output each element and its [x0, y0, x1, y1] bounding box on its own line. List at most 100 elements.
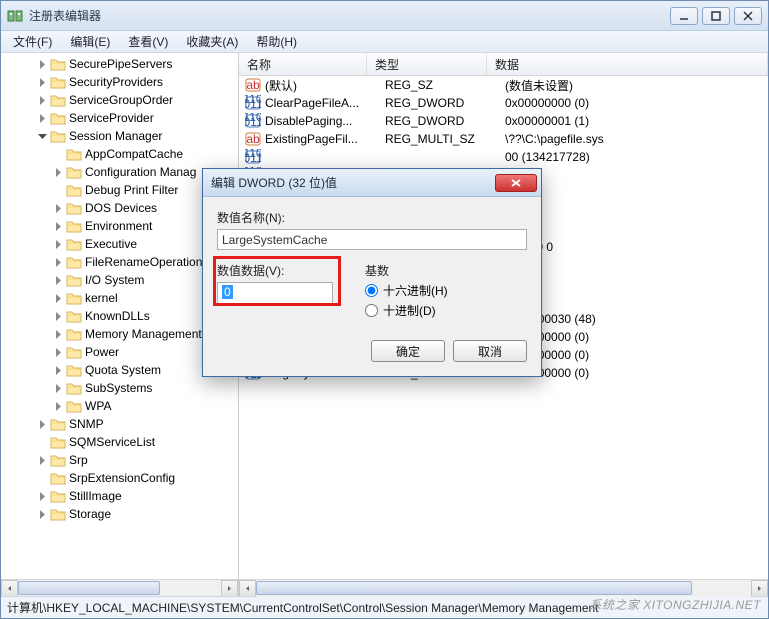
- regedit-icon: [7, 8, 23, 24]
- reg-dword-icon: [245, 95, 261, 111]
- value-data-field[interactable]: 0: [217, 282, 333, 304]
- folder-icon: [66, 309, 82, 323]
- list-hscroll[interactable]: [239, 579, 768, 596]
- folder-icon: [50, 111, 66, 125]
- value-data: 0 (0): [505, 204, 768, 218]
- value-name-field[interactable]: [217, 229, 527, 250]
- tree-item[interactable]: ServiceGroupOrder: [1, 91, 238, 109]
- chevron-right-icon[interactable]: [53, 275, 64, 286]
- tree-item-label: SecurityProviders: [69, 75, 163, 89]
- reg-sz-icon: [245, 131, 261, 147]
- value-row[interactable]: ExistingPageFil...REG_MULTI_SZ\??\C:\pag…: [239, 130, 768, 148]
- folder-icon: [66, 345, 82, 359]
- menu-help[interactable]: 帮助(H): [248, 31, 305, 52]
- radio-hex[interactable]: 十六进制(H): [365, 282, 448, 299]
- chevron-right-icon[interactable]: [53, 365, 64, 376]
- value-row[interactable]: DisablePaging...REG_DWORD0x00000001 (1): [239, 112, 768, 130]
- edit-dword-dialog[interactable]: 编辑 DWORD (32 位)值 数值名称(N): 数值数据(V): 0 基数 …: [202, 168, 542, 377]
- tree-item-label: Quota System: [85, 363, 161, 377]
- value-type: REG_DWORD: [385, 96, 505, 110]
- chevron-right-icon[interactable]: [53, 311, 64, 322]
- scroll-left-icon[interactable]: [239, 580, 256, 597]
- radio-dec[interactable]: 十进制(D): [365, 302, 448, 319]
- reg-sz-icon: [245, 77, 261, 93]
- tree-item-label: I/O System: [85, 273, 144, 287]
- tree-item-label: SQMServiceList: [69, 435, 155, 449]
- tree-item[interactable]: SecurityProviders: [1, 73, 238, 91]
- chevron-down-icon[interactable]: [37, 131, 48, 142]
- menu-view[interactable]: 查看(V): [120, 31, 176, 52]
- folder-icon: [66, 237, 82, 251]
- menu-edit[interactable]: 编辑(E): [62, 31, 118, 52]
- maximize-button[interactable]: [702, 7, 730, 25]
- tree-item[interactable]: AppCompatCache: [1, 145, 238, 163]
- chevron-right-icon[interactable]: [37, 419, 48, 430]
- radio-dec-input[interactable]: [365, 304, 378, 317]
- chevron-right-icon[interactable]: [37, 455, 48, 466]
- base-label: 基数: [365, 262, 448, 279]
- folder-icon: [50, 93, 66, 107]
- tree-item[interactable]: SubSystems: [1, 379, 238, 397]
- chevron-right-icon[interactable]: [37, 509, 48, 520]
- value-row[interactable]: 00 (134217728): [239, 148, 768, 166]
- dialog-close-button[interactable]: [495, 174, 537, 192]
- value-data: 0x00000000 (0): [505, 96, 768, 110]
- menu-file[interactable]: 文件(F): [5, 31, 60, 52]
- folder-icon: [66, 399, 82, 413]
- chevron-right-icon[interactable]: [53, 221, 64, 232]
- chevron-right-icon[interactable]: [37, 95, 48, 106]
- chevron-right-icon[interactable]: [37, 77, 48, 88]
- chevron-right-icon[interactable]: [53, 293, 64, 304]
- scroll-right-icon[interactable]: [751, 580, 768, 597]
- chevron-right-icon[interactable]: [37, 59, 48, 70]
- tree-item[interactable]: SNMP: [1, 415, 238, 433]
- tree-item[interactable]: SecurePipeServers: [1, 55, 238, 73]
- tree-item-label: FileRenameOperation: [85, 255, 202, 269]
- tree-item[interactable]: ServiceProvider: [1, 109, 238, 127]
- value-row[interactable]: (默认)REG_SZ(数值未设置): [239, 76, 768, 94]
- tree-item-label: Debug Print Filter: [85, 183, 178, 197]
- tree-item[interactable]: StillImage: [1, 487, 238, 505]
- radio-hex-input[interactable]: [365, 284, 378, 297]
- chevron-right-icon[interactable]: [53, 239, 64, 250]
- chevron-right-icon[interactable]: [53, 347, 64, 358]
- col-header-type[interactable]: 类型: [367, 53, 487, 75]
- cancel-button[interactable]: 取消: [453, 340, 527, 362]
- value-name: ExistingPageFil...: [265, 132, 385, 146]
- minimize-button[interactable]: [670, 7, 698, 25]
- col-header-name[interactable]: 名称: [239, 53, 367, 75]
- value-row[interactable]: ClearPageFileA...REG_DWORD0x00000000 (0): [239, 94, 768, 112]
- tree-item[interactable]: WPA: [1, 397, 238, 415]
- chevron-right-icon[interactable]: [53, 329, 64, 340]
- scroll-right-icon[interactable]: [221, 580, 238, 597]
- list-header[interactable]: 名称 类型 数据: [239, 53, 768, 76]
- tree-item[interactable]: Srp: [1, 451, 238, 469]
- chevron-right-icon[interactable]: [37, 113, 48, 124]
- tree-item[interactable]: Session Manager: [1, 127, 238, 145]
- value-type: REG_DWORD: [385, 114, 505, 128]
- tree-item[interactable]: Storage: [1, 505, 238, 523]
- folder-icon: [66, 183, 82, 197]
- value-type: REG_SZ: [385, 78, 505, 92]
- tree-hscroll[interactable]: [1, 579, 238, 596]
- chevron-right-icon[interactable]: [53, 257, 64, 268]
- tree-item[interactable]: SrpExtensionConfig: [1, 469, 238, 487]
- titlebar[interactable]: 注册表编辑器: [1, 1, 768, 31]
- chevron-right-icon[interactable]: [53, 203, 64, 214]
- value-name: DisablePaging...: [265, 114, 385, 128]
- tree-item-label: Session Manager: [69, 129, 162, 143]
- dialog-titlebar[interactable]: 编辑 DWORD (32 位)值: [203, 169, 541, 197]
- chevron-right-icon[interactable]: [53, 401, 64, 412]
- chevron-right-icon[interactable]: [53, 383, 64, 394]
- chevron-right-icon[interactable]: [37, 491, 48, 502]
- value-data-label: 数值数据(V):: [217, 262, 337, 279]
- ok-button[interactable]: 确定: [371, 340, 445, 362]
- tree-item[interactable]: SQMServiceList: [1, 433, 238, 451]
- twisty-none: [37, 473, 48, 484]
- twisty-none: [53, 185, 64, 196]
- close-button[interactable]: [734, 7, 762, 25]
- col-header-data[interactable]: 数据: [487, 53, 768, 75]
- menu-favorites[interactable]: 收藏夹(A): [178, 31, 246, 52]
- scroll-left-icon[interactable]: [1, 580, 18, 597]
- chevron-right-icon[interactable]: [53, 167, 64, 178]
